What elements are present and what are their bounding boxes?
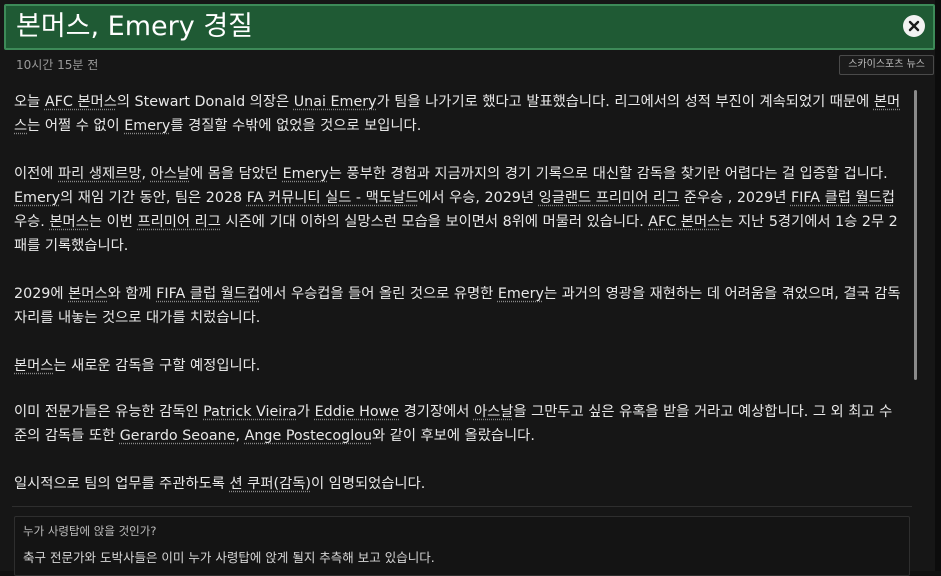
question-box: 누가 사령탑에 앉을 것인가? 축구 전문가와 도박사들은 이미 누가 사령탑에…	[14, 516, 910, 576]
article-text: 의 Stewart Donald 의장은	[116, 94, 294, 110]
article-link[interactable]: 잉글랜드 프리미어 리그	[539, 190, 680, 206]
article-text: 오늘	[14, 94, 45, 110]
article-link[interactable]: Emery	[283, 166, 329, 182]
source-button[interactable]: 스카이스포츠 뉴스	[839, 55, 934, 75]
article-link[interactable]: 프리미어 리그	[137, 214, 220, 230]
article-text: 우승.	[14, 214, 50, 230]
paragraph: 본머스는 새로운 감독을 구할 예정입니다.	[14, 354, 904, 378]
article-link[interactable]: 아스날	[151, 166, 190, 182]
close-button[interactable]	[903, 15, 925, 37]
article-link[interactable]: 본머스	[49, 214, 88, 230]
divider	[12, 506, 912, 507]
article-text: 에서 우승컵을 들어 올린 것으로 유명한	[260, 286, 498, 302]
article-link[interactable]: 본머스	[68, 286, 107, 302]
paragraph: 2029에 본머스와 함께 FIFA 클럽 월드컵에서 우승컵을 들어 올린 것…	[14, 282, 904, 330]
article-text: 의 재임 기간 동안, 팀은 2028	[60, 190, 247, 206]
paragraph: 오늘 AFC 본머스의 Stewart Donald 의장은 Unai Emer…	[14, 90, 904, 138]
article-link[interactable]: Patrick Vieira	[203, 404, 297, 420]
paragraph: 이전에 파리 생제르망, 아스날에 몸을 담았던 Emery는 풍부한 경험과 …	[14, 162, 904, 258]
article-body[interactable]: 오늘 AFC 본머스의 Stewart Donald 의장은 Unai Emer…	[6, 80, 914, 500]
article-link[interactable]: 션 쿠퍼(감독)	[229, 476, 310, 492]
article-text: 는 새로운 감독을 구할 예정입니다.	[53, 358, 261, 374]
article-text: 이미 전문가들은 유능한 감독인	[14, 404, 204, 420]
article-link[interactable]: Emery	[498, 286, 544, 302]
news-window: 본머스, Emery 경질 10시간 15분 전 스카이스포츠 뉴스 오늘 AF…	[0, 0, 941, 576]
article-link[interactable]: AFC 본머스	[648, 214, 720, 230]
article-link[interactable]: FIFA 클럽 월드컵	[791, 190, 895, 206]
article-text: 는 어쩔 수 없이	[27, 118, 125, 134]
article-text: 에서 우승, 2029년	[418, 190, 539, 206]
article-text: 와 같이 후보에 올랐습니다.	[372, 428, 535, 444]
paragraph: 일시적으로 팀의 업무를 주관하도록 션 쿠퍼(감독)이 임명되었습니다.	[14, 472, 904, 496]
article-text: ,	[235, 428, 245, 444]
article-text: 와 함께	[107, 286, 157, 302]
article-text: ,	[141, 166, 151, 182]
article-link[interactable]: 파리 생제르망	[58, 166, 141, 182]
article-link[interactable]: Emery	[124, 118, 170, 134]
article-text: 경기장에서	[399, 404, 474, 420]
article-link[interactable]: Unai Emery	[294, 94, 377, 110]
page-title: 본머스, Emery 경질	[16, 11, 253, 42]
title-bar: 본머스, Emery 경질	[4, 4, 935, 50]
article-link[interactable]: 아스날	[474, 404, 513, 420]
article-link[interactable]: Emery	[14, 190, 60, 206]
scrollbar[interactable]	[914, 90, 917, 380]
article-text: 이 임명되었습니다.	[310, 476, 426, 492]
article-link[interactable]: 본머스	[14, 358, 53, 374]
article-link[interactable]: FA 커뮤니티 실드 - 맥도날드	[247, 190, 419, 206]
question-body: 축구 전문가와 도박사들은 이미 누가 사령탑에 앉게 될지 추측해 보고 있습…	[23, 550, 435, 565]
close-icon	[908, 20, 920, 32]
article-link[interactable]: Eddie Howe	[315, 404, 399, 420]
meta-row: 10시간 15분 전 스카이스포츠 뉴스	[0, 52, 941, 78]
article-text: 일시적으로 팀의 업무를 주관하도록	[14, 476, 230, 492]
article-text: 가 팀을 나가기로 했다고 발표했습니다. 리그에서의 성적 부진이 계속되었기…	[376, 94, 874, 110]
article-text: 시즌에 기대 이하의 실망스런 모습을 보이면서 8위에 머물러 있습니다.	[220, 214, 649, 230]
article-text: 이전에	[14, 166, 59, 182]
article-text: 준우승 , 2029년	[679, 190, 791, 206]
article-text: 를 경질할 수밖에 없었을 것으로 보입니다.	[170, 118, 422, 134]
article-link[interactable]: AFC 본머스	[45, 94, 117, 110]
article-text: 2029에	[14, 286, 69, 302]
article-text: 에 몸을 담았던	[190, 166, 283, 182]
timestamp: 10시간 15분 전	[16, 58, 99, 72]
article-text: 가	[296, 404, 315, 420]
article-text: 는 풍부한 경험과 지금까지의 경기 기록으로 대신할 감독을 찾기란 어렵다는…	[328, 166, 888, 182]
article-link[interactable]: Ange Postecoglou	[245, 428, 372, 444]
article-text: 는 이번	[88, 214, 138, 230]
article-link[interactable]: Gerardo Seoane	[120, 428, 236, 444]
paragraph: 이미 전문가들은 유능한 감독인 Patrick Vieira가 Eddie H…	[14, 400, 904, 448]
window-edge	[935, 0, 941, 571]
article-link[interactable]: FIFA 클럽 월드컵	[156, 286, 260, 302]
question-title: 누가 사령탑에 앉을 것인가?	[23, 524, 157, 538]
